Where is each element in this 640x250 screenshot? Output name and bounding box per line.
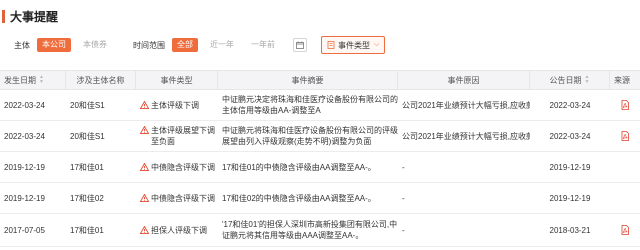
cell-reason: - [402, 193, 405, 203]
chevron-down-icon: ⌵ [374, 41, 380, 48]
cell-summary: 中证鹏元决定将珠海和佳医疗设备股份有限公司的主体信用等级由AA-调整至A [222, 95, 398, 115]
filter-bar: 主体 本公司 本债券 时间范围 全部 近一年 一年前 事件类型 ⌵ [14, 36, 386, 54]
cell-entity[interactable]: 17和佳01 [66, 152, 136, 182]
col-header-reason: 事件原因 [398, 71, 530, 89]
table-header: 发生日期 ▲ ▼ 涉及主体名称 事件类型 事件摘要 事件原因 公告日期 ▲ ▼ 来源 [0, 70, 640, 90]
cell-announce-date: 2018-03-21 [549, 225, 591, 235]
cell-reason: 公司2021年业绩预计大幅亏损,应收款项坏账... [402, 100, 530, 110]
col-header-event-type: 事件类型 [136, 71, 218, 89]
time-option-before-year[interactable]: 一年前 [246, 38, 280, 52]
table-row[interactable]: 2019-12-19 17和佳01 中债隐含评级下调 17和佳01的中债隐含评级… [0, 152, 640, 183]
warning-icon [140, 194, 149, 202]
cell-source [610, 90, 640, 120]
filter-doc-icon [327, 41, 335, 49]
table-row[interactable]: 2017-07-05 17和佳01 担保人评级下调 '17和佳01'的担保人深圳… [0, 214, 640, 247]
col-header-announce-date[interactable]: 公告日期 ▲ ▼ [530, 71, 610, 89]
cell-source [610, 121, 640, 151]
cell-event-type: 中债隐含评级下调 [136, 183, 218, 213]
col-header-entity: 涉及主体名称 [66, 71, 136, 89]
warning-icon [140, 126, 149, 134]
cell-entity[interactable]: 17和佳02 [66, 183, 136, 213]
cell-summary: 17和佳02的中债隐含评级由AA调整至AA-。 [222, 193, 376, 203]
col-header-summary: 事件摘要 [218, 71, 398, 89]
cell-entity[interactable]: 20和佳S1 [66, 90, 136, 120]
cell-reason: 公司2021年业绩预计大幅亏损,应收款项坏账... [402, 131, 530, 141]
cell-date: 2017-07-05 [4, 225, 45, 235]
calendar-icon [296, 41, 304, 49]
cell-announce-date: 2019-12-19 [549, 162, 591, 172]
cell-summary: 中证鹏元将珠海和佳医疗设备股份有限公司的评级展望由列入评级观察(走势不明)调整为… [222, 126, 398, 146]
cell-date: 2022-03-24 [4, 100, 45, 110]
section-header: 大事提醒 [2, 8, 58, 24]
subject-option-company[interactable]: 本公司 [37, 38, 71, 52]
warning-icon [140, 226, 149, 234]
cell-entity[interactable]: 20和佳S1 [66, 121, 136, 151]
cell-announce-date: 2022-03-24 [549, 131, 591, 141]
col-header-date[interactable]: 发生日期 ▲ ▼ [0, 71, 66, 89]
cell-date: 2019-12-19 [4, 162, 45, 172]
cell-source [610, 183, 640, 213]
pdf-icon[interactable] [621, 100, 629, 110]
sort-icon[interactable]: ▲ ▼ [585, 75, 590, 85]
page-title: 大事提醒 [10, 9, 59, 24]
cell-date: 2019-12-19 [4, 193, 45, 203]
cell-entity[interactable]: 17和佳01 [66, 214, 136, 246]
events-table: 发生日期 ▲ ▼ 涉及主体名称 事件类型 事件摘要 事件原因 公告日期 ▲ ▼ 来源 2… [0, 70, 640, 247]
cell-announce-date: 2022-03-24 [549, 100, 591, 110]
warning-icon [140, 163, 149, 171]
table-row[interactable]: 2022-03-24 20和佳S1 主体评级展望下调至负面 中证鹏元将珠海和佳医… [0, 121, 640, 152]
cell-source [610, 152, 640, 182]
table-row[interactable]: 2019-12-19 17和佳02 中债隐含评级下调 17和佳02的中债隐含评级… [0, 183, 640, 214]
calendar-button[interactable] [293, 38, 307, 52]
time-option-all[interactable]: 全部 [172, 38, 198, 52]
cell-event-type: 主体评级展望下调至负面 [136, 121, 218, 151]
cell-summary: '17和佳01'的担保人深圳市高新投集团有限公司,中证鹏元将其信用等级由AAA调… [222, 220, 398, 240]
cell-event-type: 担保人评级下调 [136, 214, 218, 246]
subject-filter-label: 主体 [14, 40, 30, 50]
cell-reason: - [402, 162, 405, 172]
subject-option-bond[interactable]: 本债券 [78, 38, 112, 52]
table-row[interactable]: 2022-03-24 20和佳S1 主体评级下调 中证鹏元决定将珠海和佳医疗设备… [0, 90, 640, 121]
cell-announce-date: 2019-12-19 [549, 193, 591, 203]
title-accent-bar [2, 9, 5, 23]
pdf-icon[interactable] [621, 131, 629, 141]
warning-icon [140, 101, 149, 109]
sort-icon[interactable]: ▲ ▼ [39, 75, 44, 85]
event-type-label: 事件类型 [338, 40, 370, 50]
cell-event-type: 中债隐含评级下调 [136, 152, 218, 182]
cell-summary: 17和佳01的中债隐含评级由AA调整至AA-。 [222, 162, 376, 172]
time-range-label: 时间范围 [133, 40, 165, 50]
col-header-source: 来源 [614, 75, 630, 85]
cell-date: 2022-03-24 [4, 131, 45, 141]
cell-reason: - [402, 225, 405, 235]
time-option-last-year[interactable]: 近一年 [205, 38, 239, 52]
cell-source [610, 214, 640, 246]
cell-event-type: 主体评级下调 [136, 90, 218, 120]
event-type-dropdown[interactable]: 事件类型 ⌵ [321, 36, 386, 54]
pdf-icon[interactable] [621, 225, 629, 235]
